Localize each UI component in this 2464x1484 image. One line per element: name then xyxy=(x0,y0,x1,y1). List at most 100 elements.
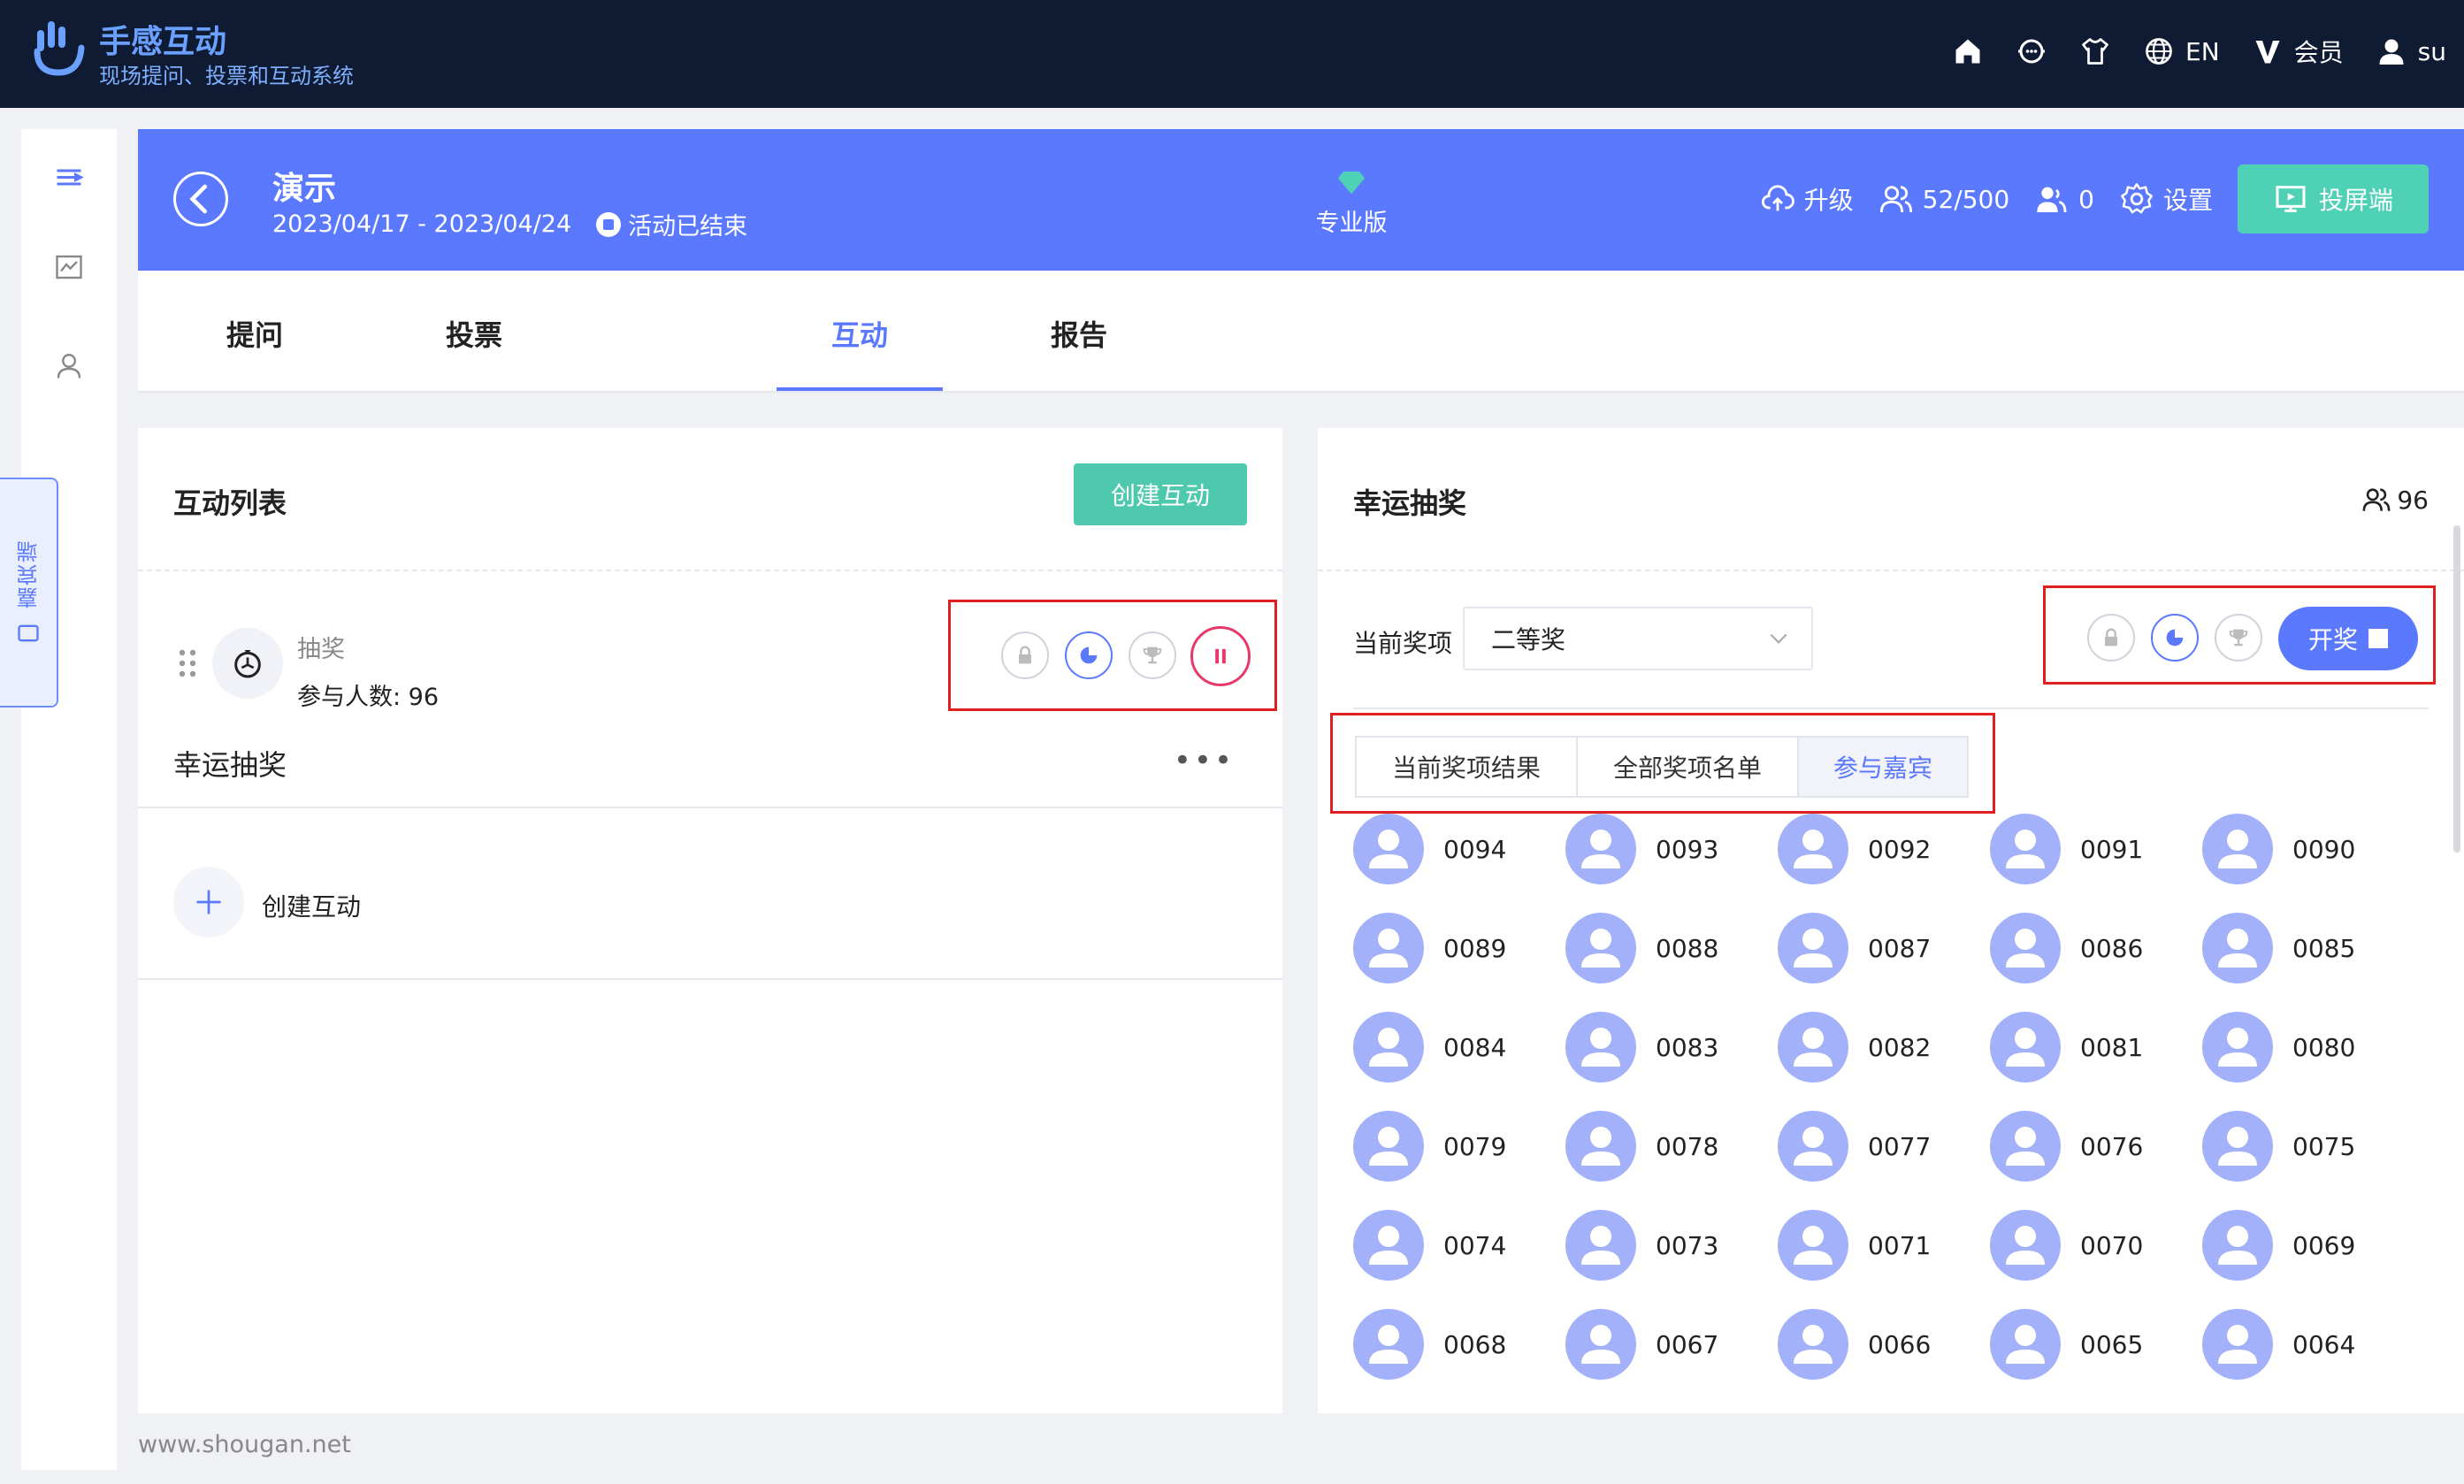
avatar xyxy=(1565,913,1636,983)
chart-icon[interactable] xyxy=(53,251,85,283)
guest-item[interactable]: 0089 xyxy=(1353,913,1548,983)
settings-button[interactable]: 设置 xyxy=(2119,181,2213,217)
membership-button[interactable]: 会员 xyxy=(2252,34,2344,69)
scrollbar[interactable] xyxy=(2453,525,2460,853)
guest-item[interactable]: 0069 xyxy=(2202,1210,2397,1281)
chevron-down-icon xyxy=(1770,633,1787,644)
skin-button[interactable] xyxy=(2079,35,2111,67)
prize-select[interactable]: 二等奖 xyxy=(1463,607,1813,670)
guest-item[interactable]: 0070 xyxy=(1990,1210,2185,1281)
language-button[interactable]: EN xyxy=(2143,35,2220,67)
chat-support-icon xyxy=(2018,39,2045,64)
footer-url: www.shougan.net xyxy=(138,1431,351,1458)
avatar xyxy=(1353,1309,1424,1380)
online-button[interactable]: 0 xyxy=(2034,181,2094,217)
event-title: 演示 xyxy=(272,171,337,207)
event-actions: 升级 52/500 0 设置 投屏端 xyxy=(1760,164,2429,233)
divider xyxy=(138,978,1282,980)
avatar-person-icon xyxy=(2218,929,2257,968)
hand-logo-icon[interactable] xyxy=(34,18,88,78)
guest-number: 0091 xyxy=(2080,834,2144,864)
upgrade-button[interactable]: 升级 xyxy=(1760,181,1854,217)
guest-item[interactable]: 0064 xyxy=(2202,1309,2397,1380)
guest-number: 0068 xyxy=(1443,1329,1507,1359)
screen-button[interactable]: 投屏端 xyxy=(2237,164,2429,233)
guest-number: 0065 xyxy=(2080,1329,2144,1359)
upgrade-label: 升级 xyxy=(1803,186,1854,215)
user-menu[interactable]: su xyxy=(2376,35,2446,67)
tablet-icon xyxy=(18,624,39,642)
tab-interaction[interactable]: 互动 xyxy=(777,313,943,354)
guest-side-tab[interactable]: 嘉宾端 xyxy=(0,478,58,708)
avatar-person-icon xyxy=(2006,1325,2045,1364)
support-button[interactable] xyxy=(2016,35,2047,67)
avatar xyxy=(1565,1111,1636,1182)
guest-item[interactable]: 0076 xyxy=(1990,1111,2185,1182)
guest-item[interactable]: 0067 xyxy=(1565,1309,1760,1380)
avatar xyxy=(2202,1309,2273,1380)
back-button[interactable] xyxy=(173,172,228,226)
guest-item[interactable]: 0080 xyxy=(2202,1012,2397,1082)
highlight-box xyxy=(948,600,1277,711)
avatar-person-icon xyxy=(2218,1127,2257,1166)
guest-item[interactable]: 0075 xyxy=(2202,1111,2397,1182)
create-interaction-button[interactable]: 创建互动 xyxy=(1074,463,1247,525)
add-interaction-button[interactable] xyxy=(173,867,244,937)
guest-item[interactable]: 0066 xyxy=(1778,1309,1972,1380)
avatar-person-icon xyxy=(2006,1028,2045,1067)
vip-v-icon xyxy=(2255,41,2280,64)
tab-report[interactable]: 报告 xyxy=(996,313,1162,354)
guest-item[interactable]: 0071 xyxy=(1778,1210,1972,1281)
guest-item[interactable]: 0081 xyxy=(1990,1012,2185,1082)
tab-questions[interactable]: 提问 xyxy=(172,313,338,354)
event-meta: 2023/04/17 - 2023/04/24 活动已结束 xyxy=(272,207,747,241)
add-interaction-label[interactable]: 创建互动 xyxy=(262,888,361,923)
avatar-person-icon xyxy=(1581,1226,1620,1265)
guest-item[interactable]: 0068 xyxy=(1353,1309,1548,1380)
avatar-person-icon xyxy=(2006,830,2045,868)
language-label: EN xyxy=(2185,36,2220,66)
guest-item[interactable]: 0082 xyxy=(1778,1012,1972,1082)
drag-handle-icon[interactable] xyxy=(177,647,198,679)
guest-item[interactable]: 0084 xyxy=(1353,1012,1548,1082)
diamond-icon xyxy=(1338,172,1365,195)
guest-item[interactable]: 0074 xyxy=(1353,1210,1548,1281)
guest-item[interactable]: 0065 xyxy=(1990,1309,2185,1380)
guest-item[interactable]: 0085 xyxy=(2202,913,2397,983)
avatar xyxy=(1778,1111,1848,1182)
guest-item[interactable]: 0083 xyxy=(1565,1012,1760,1082)
guest-item[interactable]: 0088 xyxy=(1565,913,1760,983)
guest-item[interactable]: 0078 xyxy=(1565,1111,1760,1182)
gear-icon xyxy=(2121,183,2153,214)
guest-item[interactable]: 0093 xyxy=(1565,814,1760,884)
avatar-person-icon xyxy=(2218,1325,2257,1364)
guest-number: 0082 xyxy=(1868,1032,1932,1062)
tab-polls[interactable]: 投票 xyxy=(391,313,557,354)
avatar xyxy=(1990,1012,2061,1082)
guest-item[interactable]: 0094 xyxy=(1353,814,1548,884)
prize-selected-value: 二等奖 xyxy=(1491,625,1566,654)
more-options-button[interactable]: ••• xyxy=(1174,746,1235,776)
guest-item[interactable]: 0091 xyxy=(1990,814,2185,884)
menu-list-icon[interactable] xyxy=(53,163,85,195)
event-header: 演示 2023/04/17 - 2023/04/24 活动已结束 专业版 升级 … xyxy=(138,129,2464,271)
guest-item[interactable]: 0079 xyxy=(1353,1111,1548,1182)
guest-number: 0074 xyxy=(1443,1230,1507,1260)
avatar xyxy=(2202,1111,2273,1182)
guest-item[interactable]: 0092 xyxy=(1778,814,1972,884)
participants-button[interactable]: 52/500 xyxy=(1879,181,2009,217)
lottery-participant-count: 96 xyxy=(2361,485,2429,515)
person-icon[interactable] xyxy=(53,350,85,382)
guest-item[interactable]: 0073 xyxy=(1565,1210,1760,1281)
guest-item[interactable]: 0087 xyxy=(1778,913,1972,983)
avatar xyxy=(1353,814,1424,884)
avatar xyxy=(1990,913,2061,983)
guest-item[interactable]: 0077 xyxy=(1778,1111,1972,1182)
home-button[interactable] xyxy=(1952,35,1984,67)
interaction-name: 幸运抽奖 xyxy=(173,748,287,782)
avatar-person-icon xyxy=(1794,1325,1833,1364)
lottery-panel: 幸运抽奖 96 当前奖项 二等奖 开奖 当前奖项结果 全部奖项名单 参与嘉宾 0… xyxy=(1318,428,2464,1413)
guest-item[interactable]: 0090 xyxy=(2202,814,2397,884)
avatar xyxy=(1565,1309,1636,1380)
guest-item[interactable]: 0086 xyxy=(1990,913,2185,983)
